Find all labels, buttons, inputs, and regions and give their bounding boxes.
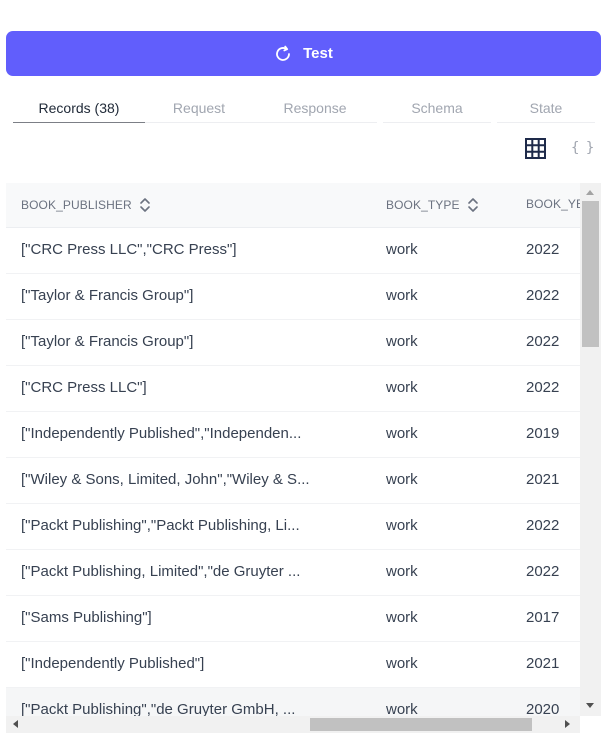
column-label: BOOK_YE [526,197,580,211]
scroll-right-icon[interactable] [565,720,570,728]
cell-year: 2021 [526,471,560,488]
column-header-book-type[interactable]: BOOK_TYPE [386,197,479,213]
cell-year: 2022 [526,379,560,396]
table-row[interactable]: ["CRC Press LLC","CRC Press"] work 2022 [6,228,580,274]
table-row[interactable]: ["Independently Published"] work 2021 [6,642,580,688]
cell-publisher: ["Independently Published","Independen..… [21,425,302,442]
table-row[interactable]: ["Packt Publishing, Limited","de Gruyter… [6,550,580,596]
table-row[interactable]: ["Packt Publishing","Packt Publishing, L… [6,504,580,550]
cell-year: 2019 [526,425,560,442]
tab-bar: Records (38) Request Response Schema Sta… [13,96,595,123]
cell-year: 2022 [526,563,560,580]
grid-view-icon[interactable] [525,138,546,159]
cell-publisher: ["Sams Publishing"] [21,609,152,626]
scrollbar-corner [580,716,602,733]
cell-publisher: ["Independently Published"] [21,655,205,672]
records-table: BOOK_PUBLISHER BOOK_TYPE BOOK_YE ["CRC P… [6,183,602,733]
scroll-up-icon[interactable] [586,190,594,195]
column-label: BOOK_TYPE [386,198,460,212]
cell-type: work [386,517,418,534]
records-panel: Test Records (38) Request Response Schem… [0,0,602,733]
cell-type: work [386,609,418,626]
column-label: BOOK_PUBLISHER [21,198,132,212]
scroll-down-icon[interactable] [586,703,594,708]
cell-publisher: ["Wiley & Sons, Limited, John","Wiley & … [21,471,310,488]
cell-year: 2022 [526,333,560,350]
cell-type: work [386,425,418,442]
cell-type: work [386,563,418,580]
cell-year: 2017 [526,609,560,626]
column-header-book-publisher[interactable]: BOOK_PUBLISHER [21,197,151,213]
json-view-icon[interactable]: { } [571,140,594,156]
vertical-scroll-thumb[interactable] [582,201,599,347]
horizontal-scroll-thumb[interactable] [310,718,532,731]
cell-year: 2021 [526,655,560,672]
tab-request[interactable]: Request [145,96,253,123]
table-row[interactable]: ["Wiley & Sons, Limited, John","Wiley & … [6,458,580,504]
tab-state[interactable]: State [497,96,595,123]
table-row[interactable]: ["CRC Press LLC"] work 2022 [6,366,580,412]
cell-type: work [386,379,418,396]
cell-type: work [386,241,418,258]
cell-type: work [386,655,418,672]
vertical-scrollbar[interactable] [580,183,601,716]
tab-records[interactable]: Records (38) [13,96,145,123]
cell-publisher: ["Packt Publishing","Packt Publishing, L… [21,517,300,534]
scroll-left-icon[interactable] [13,720,18,728]
table-row[interactable]: ["Taylor & Francis Group"] work 2022 [6,274,580,320]
cell-type: work [386,333,418,350]
sort-icon[interactable] [139,197,151,213]
cell-publisher: ["CRC Press LLC","CRC Press"] [21,241,237,258]
tab-response[interactable]: Response [253,96,377,123]
tab-schema[interactable]: Schema [383,96,491,123]
table-row[interactable]: ["Taylor & Francis Group"] work 2022 [6,320,580,366]
cell-year: 2022 [526,517,560,534]
sort-icon[interactable] [467,197,479,213]
cell-type: work [386,287,418,304]
horizontal-scrollbar[interactable] [6,716,580,733]
cell-type: work [386,471,418,488]
cell-year: 2022 [526,287,560,304]
refresh-icon [274,45,292,63]
cell-publisher: ["CRC Press LLC"] [21,379,147,396]
column-header-book-year[interactable]: BOOK_YE [526,197,580,211]
table-row[interactable]: ["Independently Published","Independen..… [6,412,580,458]
cell-publisher: ["Taylor & Francis Group"] [21,287,194,304]
cell-year: 2022 [526,241,560,258]
test-button-label: Test [303,45,333,62]
test-button[interactable]: Test [6,31,601,76]
cell-publisher: ["Packt Publishing, Limited","de Gruyter… [21,563,301,580]
table-header: BOOK_PUBLISHER BOOK_TYPE BOOK_YE [6,183,580,228]
table-row[interactable]: ["Sams Publishing"] work 2017 [6,596,580,642]
cell-publisher: ["Taylor & Francis Group"] [21,333,194,350]
